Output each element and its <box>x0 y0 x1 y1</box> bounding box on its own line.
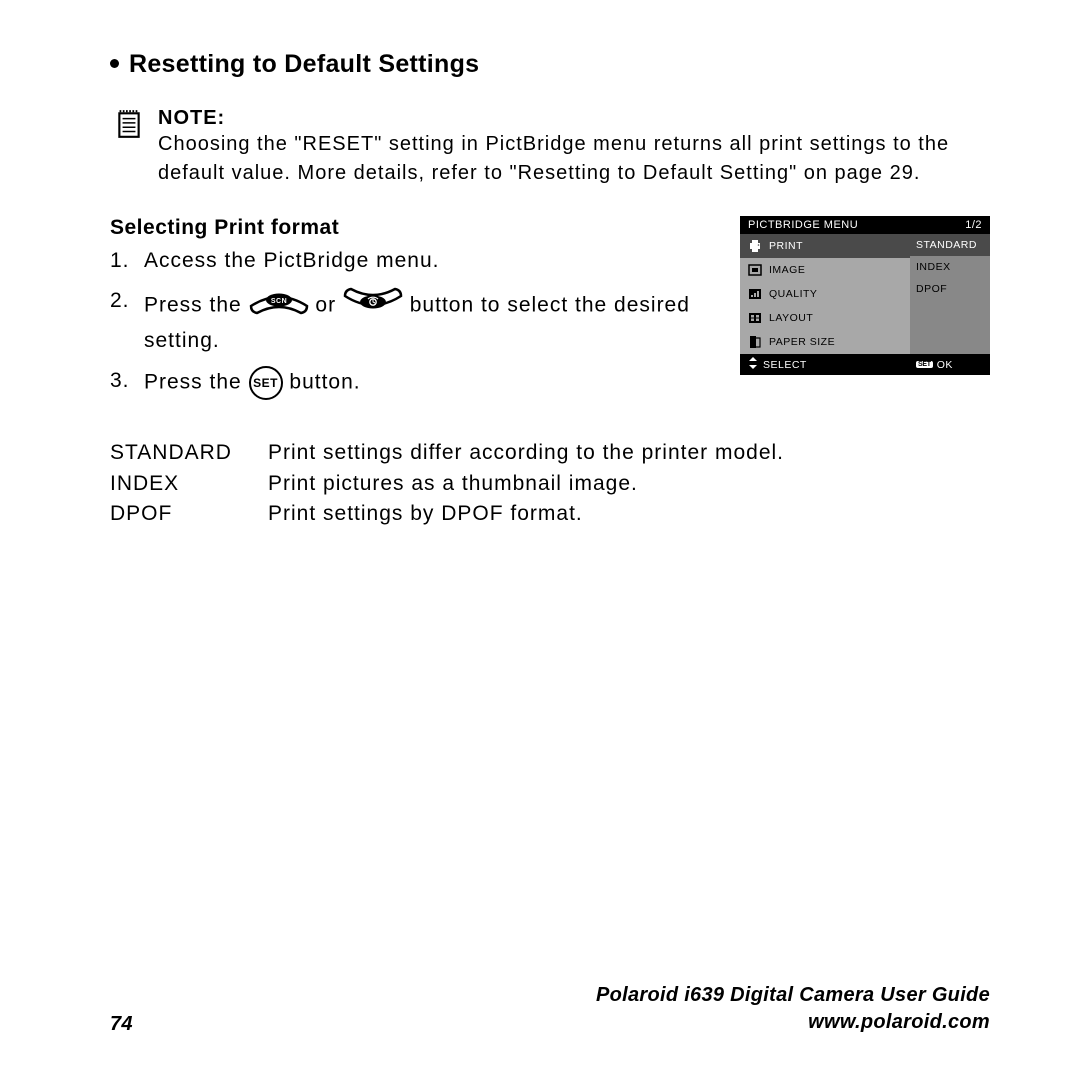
page-number: 74 <box>110 1013 133 1036</box>
notepad-icon <box>116 109 142 144</box>
step-3: 3. Press the SET button. <box>110 366 710 400</box>
definition-row: STANDARD Print settings differ according… <box>110 438 990 468</box>
page-footer: 74 Polaroid i639 Digital Camera User Gui… <box>110 982 990 1036</box>
lcd-menu-screenshot: PICTBRIDGE MENU 1/2 PRINT IMAGE <box>740 216 990 375</box>
definition-desc: Print settings differ according to the p… <box>268 438 784 468</box>
step-text: Press the SET button. <box>144 366 361 400</box>
lcd-item-quality: QUALITY <box>740 282 910 306</box>
step-text: Press the SCN or <box>144 286 710 356</box>
lcd-footer-ok: OK <box>937 359 953 371</box>
layout-icon <box>748 311 762 325</box>
definition-term: INDEX <box>110 469 250 499</box>
lcd-item-paper-size: PAPER SIZE <box>740 330 910 354</box>
svg-text:SCN: SCN <box>270 298 286 305</box>
lcd-item-print: PRINT <box>740 234 910 258</box>
lcd-footer-select: SELECT <box>763 359 807 371</box>
footer-guide-title: Polaroid i639 Digital Camera User Guide <box>596 982 990 1009</box>
heading-text: Resetting to Default Settings <box>129 50 479 78</box>
definition-row: DPOF Print settings by DPOF format. <box>110 499 990 529</box>
step-1: 1. Access the PictBridge menu. <box>110 246 710 276</box>
step-number: 3. <box>110 366 132 400</box>
subsection-heading: Selecting Print format <box>110 216 710 240</box>
lcd-right-column: STANDARD INDEX DPOF <box>910 234 990 354</box>
step-number: 2. <box>110 286 132 356</box>
step-2: 2. Press the SCN or <box>110 286 710 356</box>
definition-term: DPOF <box>110 499 250 529</box>
lcd-title: PICTBRIDGE MENU <box>748 219 858 231</box>
lcd-footer: SELECT SET OK <box>740 354 990 375</box>
definition-term: STANDARD <box>110 438 250 468</box>
lcd-option-index: INDEX <box>910 256 990 278</box>
set-badge-icon: SET <box>916 361 933 368</box>
step-text: Access the PictBridge menu. <box>144 246 439 276</box>
steps-list: 1. Access the PictBridge menu. 2. Press … <box>110 246 710 400</box>
step-number: 1. <box>110 246 132 276</box>
updown-arrow-icon <box>748 357 758 372</box>
note-label: NOTE: <box>158 107 990 130</box>
set-button-icon: SET <box>249 366 283 400</box>
footer-url: www.polaroid.com <box>596 1009 990 1036</box>
lcd-header: PICTBRIDGE MENU 1/2 <box>740 216 990 234</box>
lcd-item-image: IMAGE <box>740 258 910 282</box>
definition-row: INDEX Print pictures as a thumbnail imag… <box>110 469 990 499</box>
image-icon <box>748 263 762 277</box>
definition-desc: Print settings by DPOF format. <box>268 499 583 529</box>
bullet-icon <box>110 59 119 68</box>
timer-button-icon <box>343 286 403 325</box>
printer-icon <box>748 239 762 253</box>
lcd-item-layout: LAYOUT <box>740 306 910 330</box>
paper-size-icon <box>748 335 762 349</box>
note-block: NOTE: Choosing the "RESET" setting in Pi… <box>110 107 990 188</box>
lcd-page-indicator: 1/2 <box>965 219 982 231</box>
quality-icon <box>748 287 762 301</box>
definitions-list: STANDARD Print settings differ according… <box>110 438 990 529</box>
lcd-option-dpof: DPOF <box>910 278 990 300</box>
lcd-left-column: PRINT IMAGE QUALITY <box>740 234 910 354</box>
scn-button-icon: SCN <box>249 286 309 325</box>
note-text: Choosing the "RESET" setting in PictBrid… <box>158 130 990 188</box>
section-heading: Resetting to Default Settings <box>110 50 990 79</box>
lcd-option-standard: STANDARD <box>910 234 990 256</box>
definition-desc: Print pictures as a thumbnail image. <box>268 469 638 499</box>
